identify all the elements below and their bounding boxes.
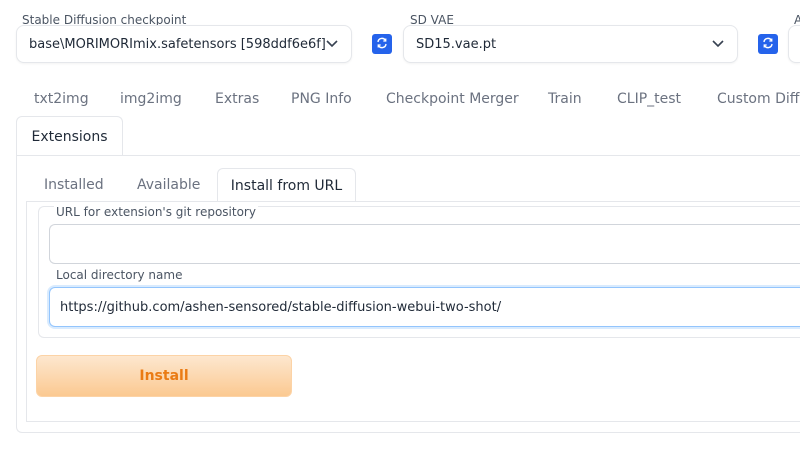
url-field-label: URL for extension's git repository (54, 205, 258, 219)
refresh-icon (375, 35, 389, 54)
tab-divider (122, 155, 800, 156)
tab-extensions[interactable]: Extensions (16, 116, 123, 156)
settings-bar: Stable Diffusion checkpoint base\MORIMOR… (0, 0, 800, 70)
vae-value: SD15.vae.pt (416, 36, 497, 52)
tab-png-info[interactable]: PNG Info (291, 86, 352, 112)
install-button[interactable]: Install (36, 355, 292, 397)
vae-dropdown[interactable]: SD15.vae.pt (403, 25, 738, 63)
tab-checkpoint-merger[interactable]: Checkpoint Merger (386, 86, 519, 112)
directory-field-label: Local directory name (54, 268, 185, 282)
chevron-down-icon (711, 37, 725, 51)
checkpoint-refresh-button[interactable] (372, 34, 392, 54)
subtab-available[interactable]: Available (137, 168, 200, 202)
tab-custom-diffusion[interactable]: Custom Diffu (717, 86, 800, 112)
tab-train[interactable]: Train (548, 86, 582, 112)
url-input[interactable] (49, 224, 800, 264)
tab-extras[interactable]: Extras (215, 86, 259, 112)
checkpoint-dropdown[interactable]: base\MORIMORImix.safetensors [598ddf6e6f… (16, 25, 352, 63)
tab-img2img[interactable]: img2img (120, 86, 182, 112)
checkpoint-value: base\MORIMORImix.safetensors [598ddf6e6f… (29, 36, 325, 52)
main-tab-bar: txt2img img2img Extras PNG Info Checkpoi… (0, 86, 800, 114)
tab-clip-test[interactable]: CLIP_test (617, 86, 681, 112)
tab-txt2img[interactable]: txt2img (34, 86, 89, 112)
refresh-icon (761, 35, 775, 54)
chevron-down-icon (325, 37, 339, 51)
subtab-divider (355, 201, 800, 202)
subtab-installed[interactable]: Installed (44, 168, 104, 202)
directory-input[interactable]: https://github.com/ashen-sensored/stable… (49, 287, 800, 327)
extra-setting-dropdown[interactable] (788, 25, 800, 63)
vae-refresh-button[interactable] (758, 34, 778, 54)
subtab-install-from-url[interactable]: Install from URL (217, 168, 356, 202)
